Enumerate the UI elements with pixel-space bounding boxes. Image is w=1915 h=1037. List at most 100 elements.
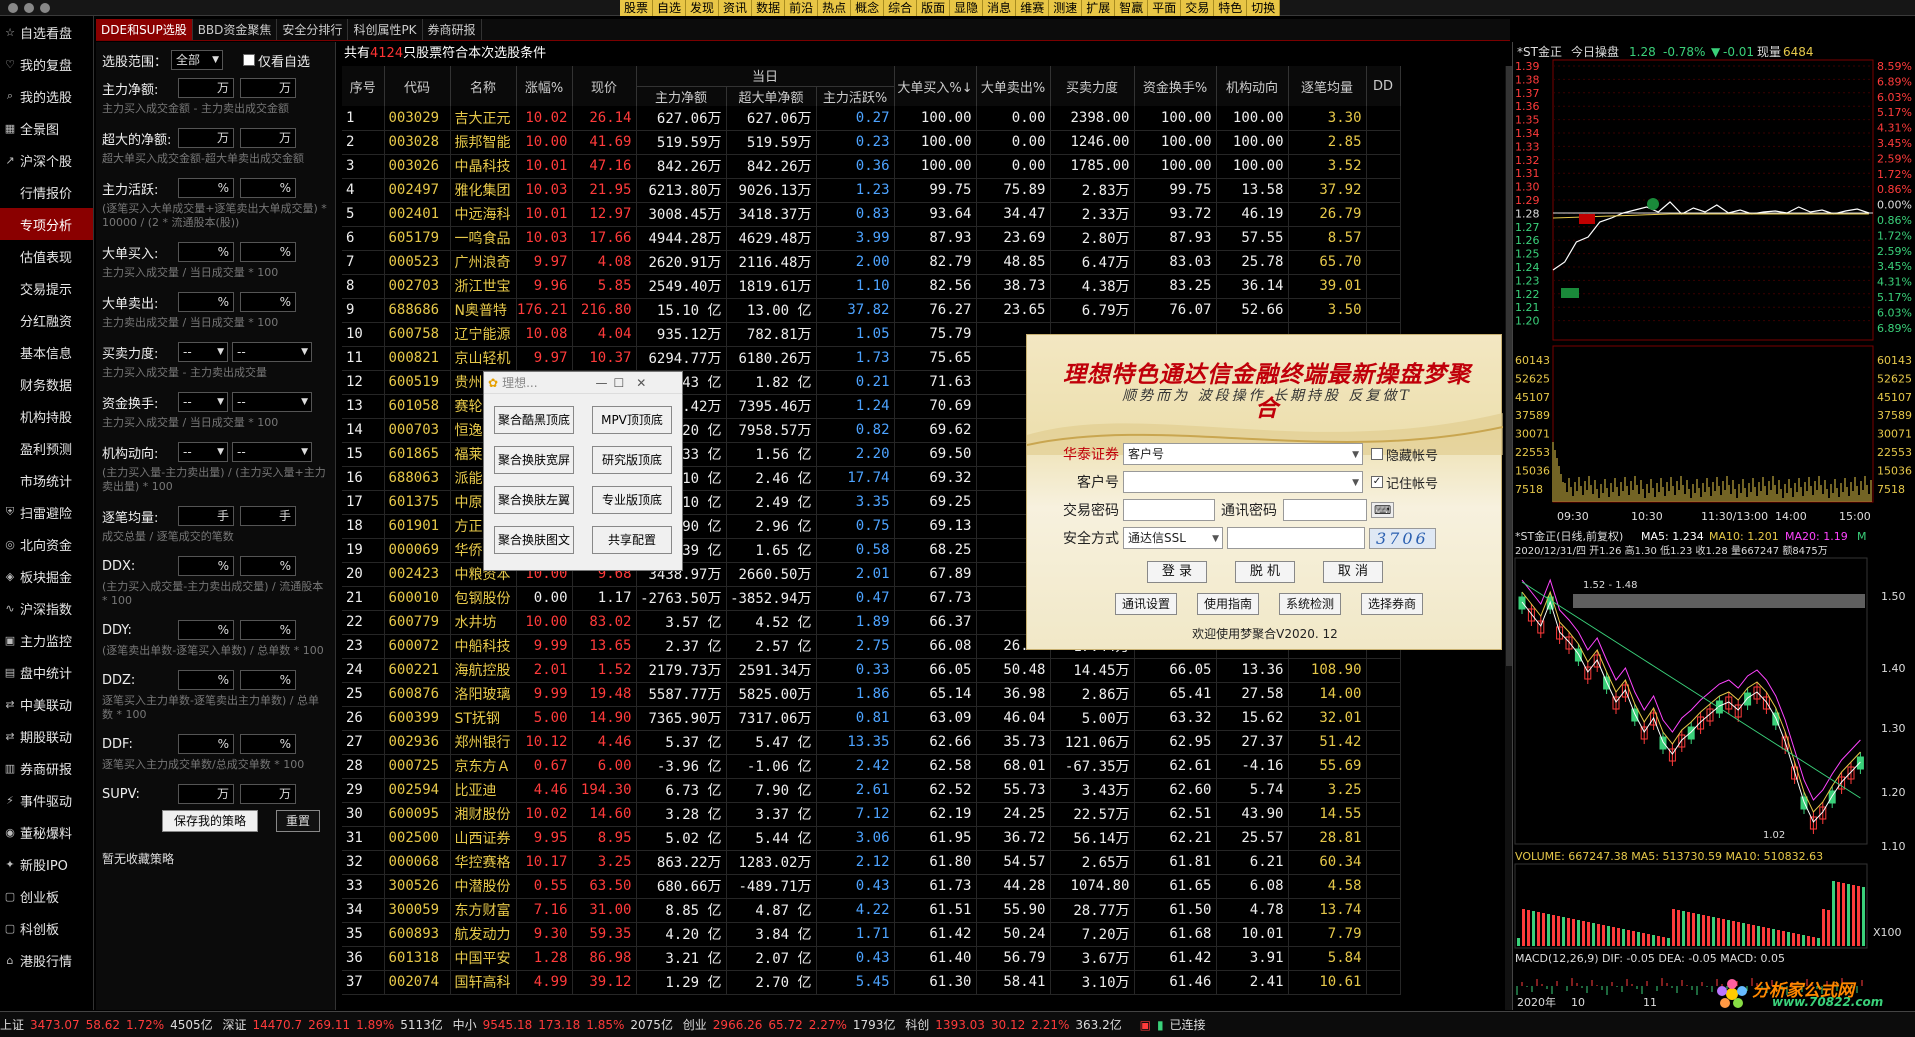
filter-input[interactable]: 万	[178, 784, 234, 804]
menu-item[interactable]: 版面	[917, 0, 951, 16]
tab[interactable]: BBD资金聚焦	[193, 19, 278, 40]
sidebar-item[interactable]: 财务数据	[0, 368, 93, 400]
table-row[interactable]: 6 605179 一鸣食品 10.03 17.66 4944.28万 4629.48万 3.9…	[342, 226, 1401, 251]
table-row[interactable]: 8 002703 浙江世宝 9.96 5.85 2549.40万 1819.61万 1.10 8…	[342, 274, 1401, 299]
filter-input[interactable]: %	[240, 178, 296, 198]
table-row[interactable]: 30 600095 湘财股份 10.02 14.60 3.28 亿 3.37 亿 7.12 62…	[342, 802, 1401, 827]
sidebar-item[interactable]: 专项分析	[0, 208, 93, 240]
filter-select[interactable]: --	[178, 442, 228, 462]
table-row[interactable]: 35 600893 航发动力 9.30 59.35 4.20 亿 3.84 亿 1.71 61.…	[342, 922, 1401, 947]
filter-input[interactable]: 万	[178, 128, 234, 148]
table-row[interactable]: 5 002401 中远海科 10.01 12.97 3008.45万 3418.37万 0.8…	[342, 202, 1401, 227]
filter-input[interactable]: %	[178, 178, 234, 198]
sidebar-item[interactable]: ◈ 板块掘金	[0, 560, 93, 592]
close-icon[interactable]: ✕	[636, 376, 646, 390]
tab[interactable]: 科创属性PK	[348, 19, 423, 40]
sidebar-item[interactable]: 市场统计	[0, 464, 93, 496]
sidebar-item[interactable]: ⚡ 事件驱动	[0, 784, 93, 816]
filter-input[interactable]: %	[178, 292, 234, 312]
sidebar-item[interactable]: ▦ 全景图	[0, 112, 93, 144]
security-select[interactable]: 通达信SSL	[1123, 527, 1223, 549]
filter-select[interactable]: --	[232, 342, 312, 362]
table-row[interactable]: 1 003029 吉大正元 10.02 26.14 627.06万 627.06万 0.27 1…	[342, 106, 1401, 131]
sidebar-item[interactable]: ⇄ 中美联动	[0, 688, 93, 720]
filter-input[interactable]: %	[178, 620, 234, 640]
menu-item[interactable]: 热点	[818, 0, 852, 16]
maximize-icon[interactable]: ☐	[614, 376, 625, 390]
sidebar-item[interactable]: ▥ 券商研报	[0, 752, 93, 784]
column-header[interactable]: 主力净额	[636, 86, 727, 106]
table-row[interactable]: 26 600399 ST抚钢 5.00 14.90 7365.90万 7317.06万 0.8…	[342, 706, 1401, 731]
table-row[interactable]: 24 600221 海航控股 2.01 1.52 2179.73万 2591.34万 0.33…	[342, 658, 1401, 683]
column-header[interactable]: DD	[1366, 66, 1401, 106]
skin-button[interactable]: MPV顶顶底	[592, 406, 672, 434]
reset-button[interactable]: 重置	[276, 810, 320, 832]
skin-button[interactable]: 聚合酷黑顶底	[494, 406, 574, 434]
skin-button[interactable]: 专业版顶底	[592, 486, 672, 514]
alert-icon[interactable]: ▣	[1140, 1018, 1151, 1032]
filter-input[interactable]: %	[240, 292, 296, 312]
menu-item[interactable]: 扩展	[1082, 0, 1116, 16]
table-row[interactable]: 34 300059 东方财富 7.16 31.00 8.85 亿 4.87 亿 4.22 61.…	[342, 898, 1401, 923]
sidebar-item[interactable]: ▣ 主力监控	[0, 624, 93, 656]
filter-select[interactable]: --	[232, 442, 312, 462]
login-button[interactable]: 登 录	[1147, 561, 1207, 583]
table-row[interactable]: 33 300526 中潜股份 0.55 63.50 680.66万 -489.71万 0.43…	[342, 874, 1401, 899]
sidebar-item[interactable]: 盈利预测	[0, 432, 93, 464]
user-guide-button[interactable]: 使用指南	[1197, 593, 1259, 615]
sidebar-item[interactable]: ⇄ 期股联动	[0, 720, 93, 752]
table-row[interactable]: 4 002497 雅化集团 10.03 21.95 6213.80万 9026.13万 1.2…	[342, 178, 1401, 203]
minimize-icon[interactable]: —	[596, 376, 608, 390]
filter-input[interactable]: 手	[240, 506, 296, 526]
column-header[interactable]: 代码	[384, 66, 451, 106]
menu-item[interactable]: 数据	[752, 0, 786, 16]
tab[interactable]: DDE和SUP选股	[96, 19, 193, 40]
column-header[interactable]: 大单买入%↓	[894, 66, 977, 106]
tab[interactable]: 安全分排行	[277, 19, 349, 40]
sidebar-item[interactable]: ◉ 董秘爆料	[0, 816, 93, 848]
column-header[interactable]: 买卖力度	[1050, 66, 1135, 106]
table-row[interactable]: 7 000523 广州浪奇 9.97 4.08 2620.91万 2116.48万 2.00 8…	[342, 250, 1401, 275]
menu-item[interactable]: 消息	[983, 0, 1017, 16]
table-row[interactable]: 28 000725 京东方Ａ 0.67 6.00 -3.96 亿 -1.06 亿 2.42 62…	[342, 754, 1401, 779]
filter-input[interactable]: %	[178, 734, 234, 754]
save-strategy-button[interactable]: 保存我的策略	[162, 810, 258, 832]
table-row[interactable]: 36 601318 中国平安 1.28 86.98 3.21 亿 2.07 亿 0.43 61.…	[342, 946, 1401, 971]
filter-input[interactable]: 万	[178, 78, 234, 98]
sidebar-item[interactable]: 机构持股	[0, 400, 93, 432]
account-input[interactable]	[1123, 471, 1363, 493]
sidebar-item[interactable]: ▢ 创业板	[0, 880, 93, 912]
menu-item[interactable]: 特色	[1214, 0, 1248, 16]
column-header[interactable]: 资金换手%	[1134, 66, 1217, 106]
column-header[interactable]: 名称	[450, 66, 517, 106]
range-select[interactable]: 全部	[171, 50, 224, 70]
menu-item[interactable]: 前沿	[785, 0, 819, 16]
sidebar-item[interactable]: 行情报价	[0, 176, 93, 208]
filter-input[interactable]: %	[178, 670, 234, 690]
column-header[interactable]: 机构动向	[1216, 66, 1289, 106]
skin-button[interactable]: 研究版顶底	[592, 446, 672, 474]
menu-item[interactable]: 智羸	[1115, 0, 1149, 16]
menu-item[interactable]: 显隐	[950, 0, 984, 16]
sidebar-item[interactable]: 交易提示	[0, 272, 93, 304]
sidebar-item[interactable]: ▤ 盘中统计	[0, 656, 93, 688]
column-header[interactable]: 涨幅%	[516, 66, 573, 106]
keyboard-icon[interactable]: ⌨	[1371, 502, 1395, 518]
filter-input[interactable]: %	[240, 670, 296, 690]
sidebar-item[interactable]: ∿ 沪深指数	[0, 592, 93, 624]
menu-item[interactable]: 测速	[1049, 0, 1083, 16]
filter-input[interactable]: %	[240, 734, 296, 754]
menu-item[interactable]: 切换	[1247, 0, 1281, 16]
column-header[interactable]: 大单卖出%	[976, 66, 1051, 106]
comm-settings-button[interactable]: 通讯设置	[1115, 593, 1177, 615]
menu-item[interactable]: 维赛	[1016, 0, 1050, 16]
window-control-icon[interactable]	[24, 3, 34, 13]
hide-account-checkbox[interactable]	[1371, 448, 1383, 460]
table-row[interactable]: 9 688686 N奥普特 176.21 216.80 15.10 亿 13.00 亿 37.…	[342, 298, 1401, 323]
skin-button[interactable]: 聚合换肤宽屏	[494, 446, 574, 474]
filter-input[interactable]: %	[178, 556, 234, 576]
menu-item[interactable]: 综合	[884, 0, 918, 16]
cancel-button[interactable]: 取 消	[1323, 561, 1383, 583]
sidebar-item[interactable]: 基本信息	[0, 336, 93, 368]
menu-item[interactable]: 股票	[620, 0, 654, 16]
